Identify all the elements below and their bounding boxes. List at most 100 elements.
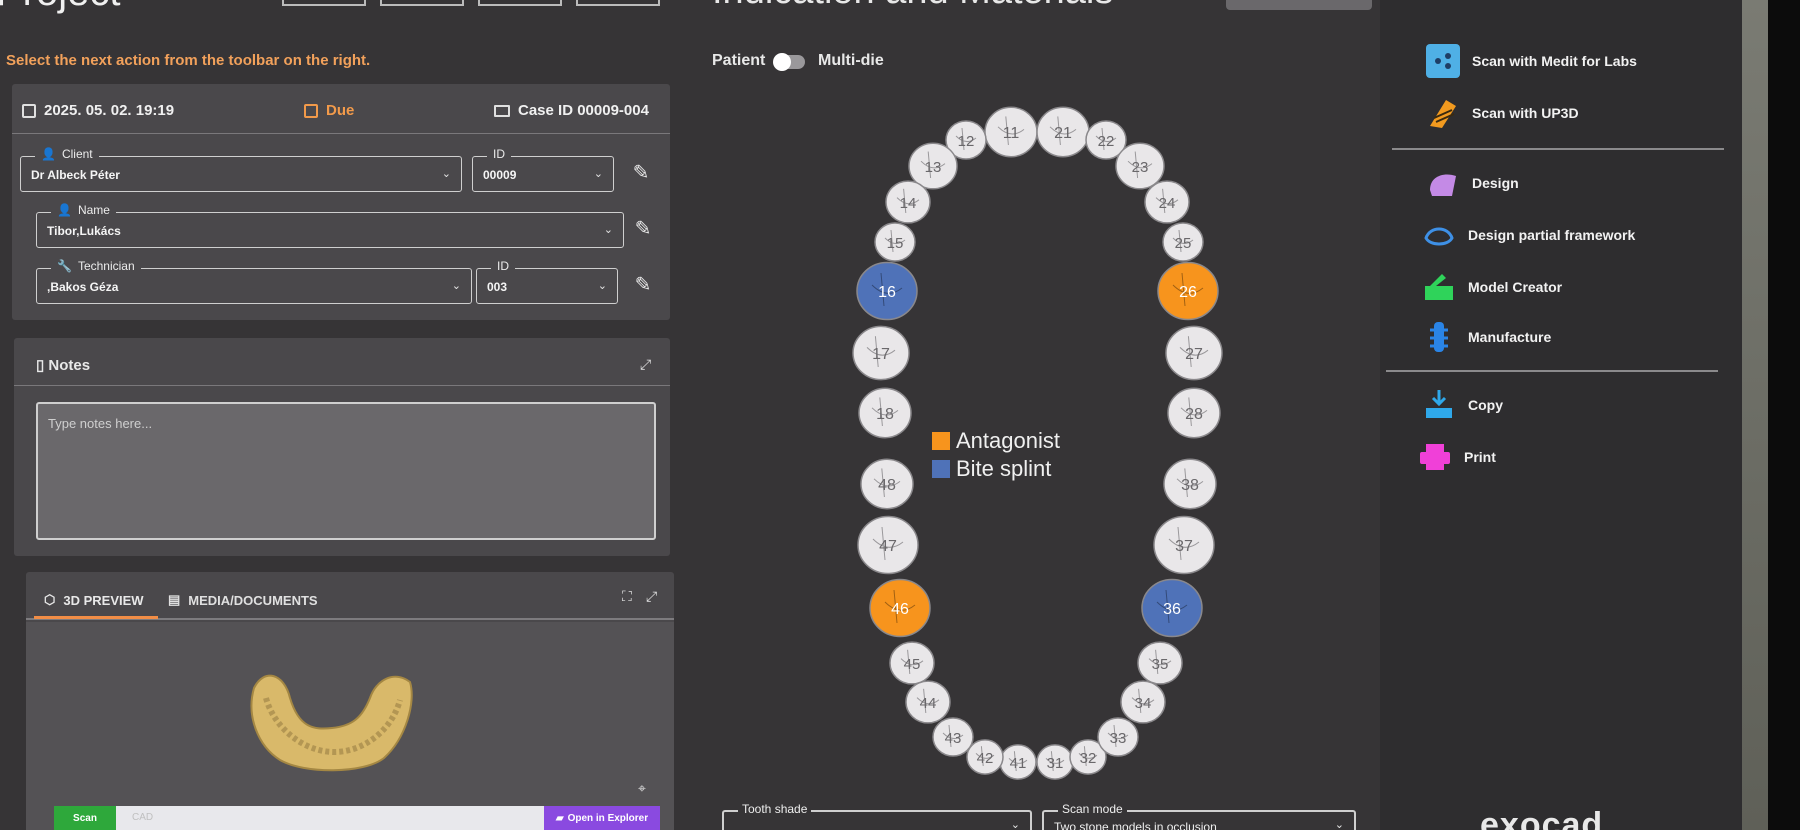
up3d-icon xyxy=(1426,96,1460,130)
tooth-38[interactable]: 38 xyxy=(1163,458,1217,510)
design-button[interactable]: Design xyxy=(1426,166,1519,200)
design-partial-framework-button[interactable]: Design partial framework xyxy=(1422,218,1635,252)
toolbar-button[interactable] xyxy=(478,0,562,6)
folder-icon: ▰ xyxy=(555,812,564,824)
chevron-down-icon: ⌄ xyxy=(1334,819,1344,830)
calendar-icon xyxy=(22,103,36,118)
top-right-button[interactable] xyxy=(1226,0,1372,10)
tooth-37[interactable]: 37 xyxy=(1153,515,1215,575)
tooth-number: 36 xyxy=(1163,601,1181,618)
tooth-48[interactable]: 48 xyxy=(860,458,914,510)
notes-textarea[interactable]: Type notes here... xyxy=(36,402,656,540)
technician-id-select[interactable]: ID 003 ⌄ xyxy=(476,259,618,304)
tooth-34[interactable]: 34 xyxy=(1120,680,1166,724)
copy-button[interactable]: Copy xyxy=(1422,388,1503,422)
technician-id-label: ID xyxy=(491,259,515,273)
tooth-47[interactable]: 47 xyxy=(857,515,919,575)
tab-3d-preview[interactable]: ⬡ 3D PREVIEW xyxy=(44,592,144,608)
jaw-model-image xyxy=(250,674,413,772)
tooth-number: 43 xyxy=(945,730,962,747)
focus-icon[interactable]: ⌖ xyxy=(638,780,646,797)
manufacture-button[interactable]: Manufacture xyxy=(1422,320,1551,354)
tooth-27[interactable]: 27 xyxy=(1165,325,1223,381)
tooth-number: 25 xyxy=(1175,235,1192,252)
tooth-45[interactable]: 45 xyxy=(889,641,935,685)
folder-icon xyxy=(494,104,510,117)
scan-medit-button[interactable]: Scan with Medit for Labs xyxy=(1426,44,1637,78)
tooth-21[interactable]: 21 xyxy=(1036,106,1090,158)
active-tab-indicator xyxy=(34,616,158,619)
client-label: 👤 Client xyxy=(35,147,99,161)
tooth-36[interactable]: 36 xyxy=(1141,578,1203,638)
tooth-number: 46 xyxy=(891,601,909,618)
tooth-number: 15 xyxy=(887,235,904,252)
bite-splint-swatch xyxy=(932,460,950,478)
expand-icon[interactable]: ⤢ xyxy=(646,588,657,605)
cad-step[interactable]: CAD xyxy=(132,812,153,823)
tooth-shade-select[interactable]: Tooth shade ⌄ xyxy=(722,802,1032,830)
technician-id-value: 003 xyxy=(487,280,508,294)
tooth-15[interactable]: 15 xyxy=(874,222,916,262)
separator xyxy=(1386,370,1718,372)
legend-bite-splint: Bite splint xyxy=(932,456,1051,482)
tab-media-documents[interactable]: ▤ MEDIA/DOCUMENTS xyxy=(168,592,318,608)
tooth-number: 37 xyxy=(1175,538,1193,555)
tooth-43[interactable]: 43 xyxy=(932,717,974,757)
tooth-number: 22 xyxy=(1098,133,1115,150)
tooth-number: 14 xyxy=(900,195,917,212)
expand-icon[interactable]: ⤢ xyxy=(640,356,651,373)
tooth-23[interactable]: 23 xyxy=(1115,142,1165,190)
case-id-display: Case ID 00009-004 xyxy=(494,102,649,119)
exocad-logo: exocad xyxy=(1480,806,1604,830)
due-indicator[interactable]: Due xyxy=(304,102,354,119)
tooth-16[interactable]: 16 xyxy=(856,261,918,321)
tooth-17[interactable]: 17 xyxy=(852,325,910,381)
tooth-41[interactable]: 41 xyxy=(999,744,1037,780)
separator xyxy=(1392,148,1724,150)
toolbar-button[interactable] xyxy=(380,0,464,6)
fit-icon[interactable]: ⛶ xyxy=(622,588,632,605)
tooth-31[interactable]: 31 xyxy=(1036,744,1074,780)
wrench-icon: 🔧 xyxy=(57,259,72,273)
client-id-label: ID xyxy=(487,147,511,161)
client-id-select[interactable]: ID 00009 ⌄ xyxy=(472,147,614,192)
toolbar-button[interactable] xyxy=(282,0,366,6)
manufacture-icon xyxy=(1422,320,1456,354)
edit-name-icon[interactable]: ✎ xyxy=(632,218,654,240)
monitor-bezel xyxy=(1768,0,1800,830)
tooth-46[interactable]: 46 xyxy=(869,578,931,638)
chevron-down-icon: ⌄ xyxy=(441,168,451,180)
tooth-44[interactable]: 44 xyxy=(905,680,951,724)
notes-placeholder: Type notes here... xyxy=(48,416,153,431)
edit-client-icon[interactable]: ✎ xyxy=(630,162,652,184)
tooth-18[interactable]: 18 xyxy=(858,387,912,439)
tooth-14[interactable]: 14 xyxy=(885,180,931,224)
chevron-down-icon: ⌄ xyxy=(593,168,603,180)
client-select[interactable]: 👤 Client Dr Albeck Péter ⌄ xyxy=(20,147,462,192)
tooth-number: 24 xyxy=(1159,195,1176,212)
chevron-down-icon: ⌄ xyxy=(1010,819,1020,830)
hint-text: Select the next action from the toolbar … xyxy=(6,52,371,69)
tooth-35[interactable]: 35 xyxy=(1137,641,1183,685)
scan-mode-select[interactable]: Scan mode Two stone models in occlusion … xyxy=(1042,802,1356,830)
section-title: Indication and Materials xyxy=(712,0,1113,13)
tooth-25[interactable]: 25 xyxy=(1162,222,1204,262)
tooth-26[interactable]: 26 xyxy=(1157,261,1219,321)
open-in-explorer-button[interactable]: ▰ Open in Explorer xyxy=(544,806,660,830)
due-calendar-icon xyxy=(304,103,318,118)
tooth-42[interactable]: 42 xyxy=(966,739,1004,775)
cube-icon: ⬡ xyxy=(44,592,56,607)
tooth-28[interactable]: 28 xyxy=(1167,387,1221,439)
tooth-33[interactable]: 33 xyxy=(1097,717,1139,757)
toolbar-button[interactable] xyxy=(576,0,660,6)
tooth-24[interactable]: 24 xyxy=(1144,180,1190,224)
patient-multidie-toggle[interactable] xyxy=(773,53,805,71)
scan-up3d-button[interactable]: Scan with UP3D xyxy=(1426,96,1579,130)
name-select[interactable]: 👤 Name Tibor,Lukács ⌄ xyxy=(36,203,624,248)
model-creator-button[interactable]: Model Creator xyxy=(1422,270,1562,304)
edit-technician-icon[interactable]: ✎ xyxy=(632,274,654,296)
tooth-11[interactable]: 11 xyxy=(984,106,1038,158)
print-button[interactable]: Print xyxy=(1418,440,1496,474)
technician-select[interactable]: 🔧 Technician ,Bakos Géza ⌄ xyxy=(36,259,472,304)
scan-step-button[interactable]: Scan xyxy=(54,806,116,830)
